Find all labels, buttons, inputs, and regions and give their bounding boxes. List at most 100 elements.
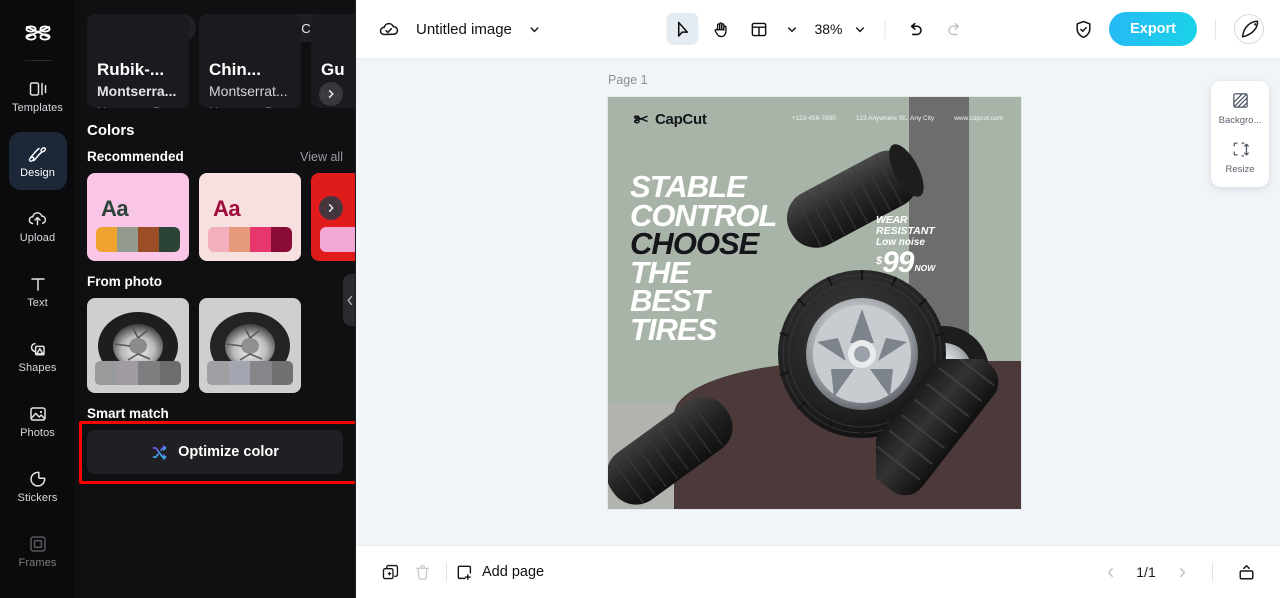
bottom-toolbar: Add page 1/1 — [356, 545, 1280, 598]
font-card-row: Rubik-... Montserra... Montserrat-Rg Chi… — [75, 14, 355, 108]
artboard-brand-name: CapCut — [655, 111, 707, 128]
font-card-name: Montserrat-Rg — [97, 106, 179, 108]
font-card-title: Gu — [321, 61, 345, 79]
redo-button[interactable] — [938, 13, 970, 45]
toolbar-center-group: 38% — [666, 13, 970, 45]
top-toolbar: Untitled image 38% Export — [356, 0, 1280, 59]
sidebar-item-shapes[interactable]: Shapes — [9, 327, 67, 385]
swatch — [138, 361, 160, 385]
toolbar-divider — [884, 19, 886, 39]
sidebar-item-photos[interactable]: Photos — [9, 392, 67, 450]
present-panel-button[interactable] — [1230, 556, 1262, 588]
background-tool-button[interactable]: Backgro... — [1211, 91, 1269, 126]
page-indicator: 1/1 — [1136, 564, 1156, 580]
toolbar-divider — [1215, 19, 1216, 39]
palette-card[interactable]: Aa — [199, 173, 301, 261]
sidebar-item-label: Stickers — [17, 492, 58, 504]
swatch — [95, 361, 117, 385]
sidebar-item-stickers[interactable]: Stickers — [9, 457, 67, 515]
zoom-level-label[interactable]: 38% — [809, 21, 842, 37]
avatar[interactable] — [1234, 14, 1264, 44]
swatch — [271, 361, 293, 385]
sidebar-item-label: Frames — [18, 557, 57, 569]
upload-cloud-icon — [27, 208, 49, 230]
font-card-name: Montserrat-Rg — [209, 106, 291, 108]
capcut-editor-window: Templates Design Upload Text Shapes Phot… — [0, 0, 1280, 598]
add-page-button[interactable]: Add page — [455, 563, 544, 582]
select-tool-button[interactable] — [666, 13, 699, 45]
zoom-chevron-down-icon[interactable] — [849, 15, 871, 43]
from-photo-title: From photo — [87, 274, 162, 289]
font-scroll-right-button[interactable] — [319, 82, 343, 106]
smart-match-title: Smart match — [87, 406, 169, 421]
palette-aa-label: Aa — [101, 196, 129, 221]
contact-address: 123 Anywhere St., Any City — [855, 115, 935, 122]
font-card[interactable]: Rubik-... Montserra... Montserrat-Rg — [87, 14, 189, 108]
layout-chevron-down-icon[interactable] — [781, 15, 803, 43]
canvas-area[interactable]: Page 1 CapCut +123-456-7890 123 Anywhere… — [356, 59, 1280, 545]
sidebar-item-label: Design — [20, 167, 55, 179]
from-photo-row — [75, 289, 355, 393]
photo-palette-card[interactable] — [199, 298, 301, 393]
resize-icon — [1231, 140, 1250, 159]
swatch — [229, 227, 250, 252]
delete-page-button[interactable] — [406, 556, 438, 588]
bottom-divider — [1212, 562, 1213, 582]
swatch — [320, 227, 355, 252]
page-label: Page 1 — [608, 73, 648, 87]
design-icon — [27, 143, 49, 165]
optimize-color-area: Optimize color — [79, 421, 355, 484]
add-square-icon — [455, 563, 474, 582]
capcut-logo-icon — [632, 113, 650, 127]
sidebar-item-label: Shapes — [18, 362, 57, 374]
swatch — [250, 361, 272, 385]
sidebar-item-frames[interactable]: Frames — [9, 522, 67, 580]
sidebar-item-upload[interactable]: Upload — [9, 197, 67, 255]
hand-tool-button[interactable] — [705, 13, 737, 45]
shield-check-icon[interactable] — [1067, 13, 1099, 45]
swatch — [116, 361, 138, 385]
sidebar-item-text[interactable]: Text — [9, 262, 67, 320]
sidebar-item-templates[interactable]: Templates — [9, 67, 67, 125]
resize-tool-button[interactable]: Resize — [1211, 140, 1269, 175]
left-nav-rail: Templates Design Upload Text Shapes Phot… — [0, 0, 75, 598]
sidebar-item-design[interactable]: Design — [8, 132, 67, 190]
panel-collapse-handle[interactable] — [343, 274, 355, 326]
stickers-icon — [27, 468, 49, 490]
export-button[interactable]: Export — [1109, 12, 1197, 46]
sidebar-item-label: Upload — [19, 232, 56, 244]
palette-swatches — [320, 227, 355, 252]
optimize-color-button[interactable]: Optimize color — [87, 430, 343, 474]
artboard[interactable]: CapCut +123-456-7890 123 Anywhere St., A… — [608, 97, 1021, 509]
next-page-button[interactable] — [1169, 559, 1195, 585]
document-title[interactable]: Untitled image — [416, 21, 512, 38]
tire-image-left — [608, 383, 754, 509]
swatch — [207, 361, 229, 385]
bottom-divider — [446, 562, 447, 582]
duplicate-page-button[interactable] — [374, 556, 406, 588]
text-icon — [27, 273, 49, 295]
swatch — [159, 227, 180, 252]
background-icon — [1231, 91, 1250, 110]
font-card[interactable]: Chin... Montserrat... Montserrat-Rg — [199, 14, 301, 108]
palette-card[interactable]: Aa — [87, 173, 189, 261]
photo-palette-card[interactable] — [87, 298, 189, 393]
templates-icon — [27, 78, 49, 100]
sidebar-item-label: Templates — [11, 102, 64, 114]
layout-tool-button[interactable] — [743, 13, 775, 45]
capcut-logo-icon[interactable] — [18, 14, 58, 54]
cloud-saved-icon[interactable] — [372, 13, 404, 45]
chevron-down-icon[interactable] — [524, 15, 546, 43]
palette-scroll-right-button[interactable] — [319, 196, 343, 220]
contact-phone: +123-456-7890 — [791, 115, 836, 122]
artboard-contact-row: +123-456-7890 123 Anywhere St., Any City… — [792, 115, 1003, 122]
main-area: Untitled image 38% Export Page 1 CapCut … — [356, 0, 1280, 598]
promo-line-2: RESISTANT — [876, 224, 935, 237]
frames-icon — [27, 533, 49, 555]
undo-button[interactable] — [900, 13, 932, 45]
headline-line: TIRES — [630, 311, 717, 347]
view-all-link[interactable]: View all — [300, 150, 343, 164]
page-nav-group: 1/1 — [1097, 556, 1262, 588]
photos-icon — [27, 403, 49, 425]
prev-page-button[interactable] — [1097, 559, 1123, 585]
